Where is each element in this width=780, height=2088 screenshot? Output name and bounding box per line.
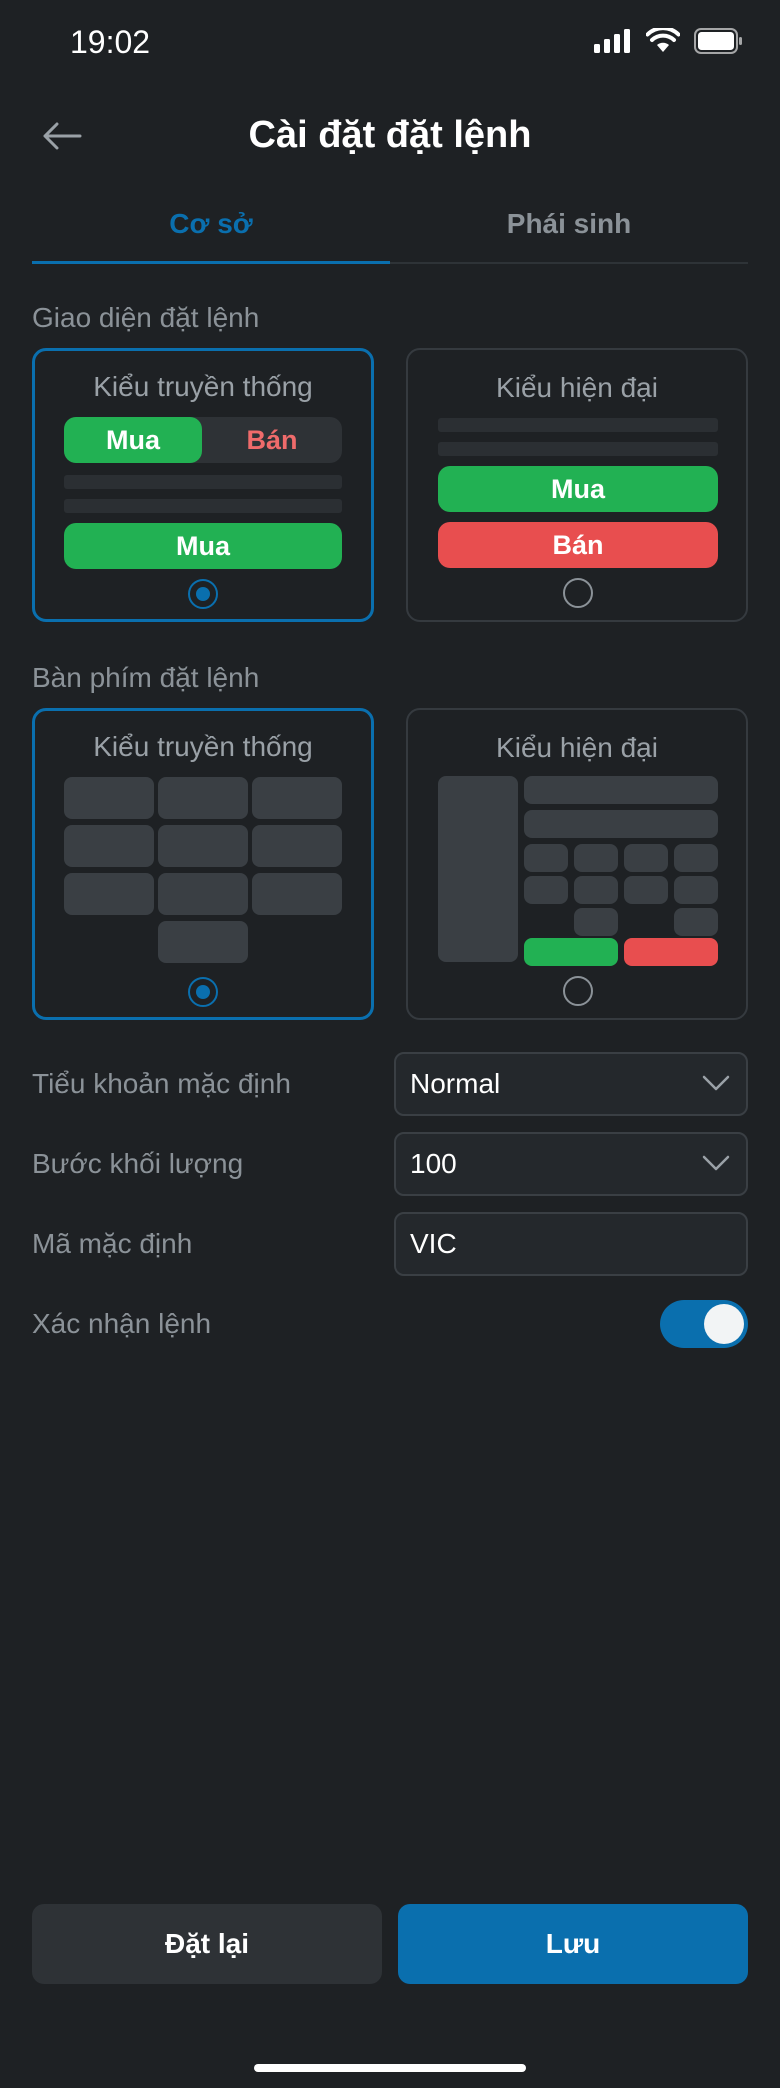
order-ui-traditional-card[interactable]: Kiểu truyền thống Mua Bán Mua (32, 348, 374, 622)
home-indicator (254, 2064, 526, 2072)
toggle-knob (704, 1304, 744, 1344)
key-placeholder (64, 825, 154, 867)
key-placeholder (674, 908, 718, 936)
sub-account-label: Tiểu khoản mặc định (32, 1068, 291, 1099)
battery-icon (694, 28, 742, 54)
default-code-label: Mã mặc định (32, 1228, 193, 1259)
key-placeholder (524, 776, 718, 804)
order-ui-modern-card[interactable]: Kiểu hiện đại Mua Bán (406, 348, 748, 622)
key-placeholder (574, 844, 618, 872)
placeholder-line (438, 418, 718, 432)
key-placeholder (158, 825, 248, 867)
radio-selected[interactable] (188, 977, 218, 1007)
sell-key (624, 938, 718, 966)
order-ui-section-label: Giao diện đặt lệnh (32, 302, 260, 333)
card-title: Kiểu truyền thống (93, 731, 313, 762)
save-button[interactable]: Lưu (398, 1904, 748, 1984)
volume-step-select[interactable]: 100 (394, 1132, 748, 1196)
key-placeholder (252, 825, 342, 867)
key-placeholder (624, 844, 668, 872)
signal-icon (594, 29, 630, 53)
tab-bar: Cơ sở Phái sinh (32, 196, 748, 264)
key-placeholder (574, 908, 618, 936)
chevron-down-icon (702, 1075, 730, 1091)
card-title: Kiểu hiện đại (496, 372, 658, 403)
status-time: 19:02 (70, 24, 151, 60)
placeholder-line (64, 499, 342, 513)
key-placeholder (624, 876, 668, 904)
radio-selected[interactable] (188, 579, 218, 609)
key-placeholder (524, 810, 718, 838)
keyboard-traditional-card[interactable]: Kiểu truyền thống (32, 708, 374, 1020)
sub-account-value: Normal (410, 1068, 501, 1099)
placeholder-line (438, 442, 718, 456)
buy-segment: Mua (64, 417, 202, 463)
tab-phai-sinh[interactable]: Phái sinh (390, 196, 748, 262)
key-placeholder (252, 777, 342, 819)
radio-unselected[interactable] (563, 976, 593, 1006)
key-placeholder (438, 776, 518, 962)
keyboard-section-label: Bàn phím đặt lệnh (32, 662, 260, 693)
buy-key (524, 938, 618, 966)
key-placeholder (674, 876, 718, 904)
buy-action-button: Mua (438, 466, 718, 512)
confirm-order-label: Xác nhận lệnh (32, 1308, 212, 1339)
chevron-down-icon (702, 1155, 730, 1171)
key-placeholder (158, 873, 248, 915)
status-icons (594, 28, 744, 54)
placeholder-line (64, 475, 342, 489)
key-placeholder (64, 873, 154, 915)
reset-button[interactable]: Đặt lại (32, 1904, 382, 1984)
sub-account-select[interactable]: Normal (394, 1052, 748, 1116)
wifi-icon (646, 28, 680, 52)
radio-unselected[interactable] (563, 578, 593, 608)
default-code-value: VIC (410, 1228, 457, 1259)
sell-action-button: Bán (438, 522, 718, 568)
volume-step-label: Bước khối lượng (32, 1148, 244, 1179)
buy-action-button: Mua (64, 523, 342, 569)
key-placeholder (64, 777, 154, 819)
key-placeholder (524, 876, 568, 904)
page-title: Cài đặt đặt lệnh (248, 114, 532, 156)
key-placeholder (252, 873, 342, 915)
key-placeholder (574, 876, 618, 904)
card-title: Kiểu truyền thống (93, 371, 313, 402)
sell-segment: Bán (246, 424, 298, 455)
volume-step-value: 100 (410, 1148, 457, 1179)
default-code-input[interactable]: VIC (394, 1212, 748, 1276)
keyboard-modern-card[interactable]: Kiểu hiện đại (406, 708, 748, 1020)
key-placeholder (524, 844, 568, 872)
confirm-order-toggle[interactable] (660, 1300, 748, 1348)
key-placeholder (158, 777, 248, 819)
card-title: Kiểu hiện đại (496, 732, 658, 763)
key-placeholder (158, 921, 248, 963)
key-placeholder (674, 844, 718, 872)
tab-co-so[interactable]: Cơ sở (32, 196, 390, 264)
